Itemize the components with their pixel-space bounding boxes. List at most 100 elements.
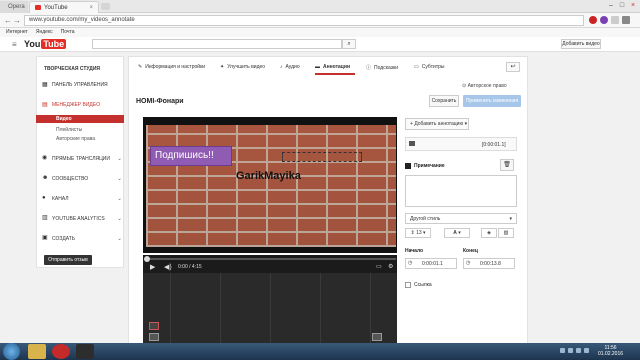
sidebar-subitem-videos[interactable]: Видео <box>36 115 124 123</box>
back-icon[interactable]: ← <box>4 16 12 25</box>
community-icon: ☻ <box>42 175 49 181</box>
send-feedback-button[interactable]: Отправить отзыв <box>44 255 92 265</box>
adblock-icon[interactable] <box>589 16 597 24</box>
minimize-icon[interactable]: – <box>606 2 616 10</box>
timeline-annotation-marker[interactable] <box>149 333 159 341</box>
sidebar-item-video-manager[interactable]: ▤ МЕНЕДЖЕР ВИДЕО <box>42 102 122 109</box>
tab-enhancements[interactable]: ✦ Улучшить видео <box>220 64 265 70</box>
close-tab-icon[interactable]: × <box>89 5 93 11</box>
tab-opera[interactable]: Opera <box>0 1 28 13</box>
explorer-taskbar-icon[interactable] <box>28 344 46 359</box>
annotation-type-text: Примечание <box>414 163 445 169</box>
chevron-down-icon: ⌄ <box>116 236 122 242</box>
bookmark-mail[interactable]: Почта <box>61 29 75 36</box>
annotation-selection-box[interactable] <box>282 152 362 162</box>
gear-icon[interactable]: ⚙ <box>388 263 393 270</box>
timeline-end-marker[interactable] <box>372 333 382 341</box>
bookmark-yandex[interactable]: Яндекс <box>36 29 53 36</box>
annotation-text-area[interactable] <box>405 175 517 207</box>
search-input[interactable] <box>92 39 342 49</box>
paint-bucket-icon: ◈ <box>487 230 491 236</box>
sidebar-item-community[interactable]: ☻ СООБЩЕСТВО ⌄ <box>42 175 122 182</box>
bookmark-star-icon[interactable] <box>611 16 619 24</box>
captions-icon[interactable]: ▭ <box>376 263 382 270</box>
live-icon: ◉ <box>42 155 48 161</box>
volume-icon[interactable]: ◀) <box>164 263 172 271</box>
tab-subtitles[interactable]: ▭ Субтитры <box>414 64 445 70</box>
tab-youtube[interactable]: YouTube × <box>29 1 99 13</box>
bookmark-internet[interactable]: Интернет <box>6 29 28 36</box>
guide-menu-icon[interactable]: ≡ <box>12 40 17 49</box>
sidebar-item-dashboard[interactable]: ▦ ПАНЕЛЬ УПРАВЛЕНИЯ <box>42 81 122 89</box>
new-tab-button[interactable] <box>101 3 110 10</box>
video-watermark-text: GarikMayika <box>236 170 301 182</box>
sidebar-subitem-copyright[interactable]: Авторские права <box>56 136 95 142</box>
youtube-logo[interactable]: You Tube <box>24 39 67 49</box>
font-color-select[interactable]: A ▾ <box>444 228 470 238</box>
sidebar-item-channel[interactable]: ● КАНАЛ ⌄ <box>42 195 122 202</box>
link-checkbox-row[interactable]: Ссылка <box>405 282 432 288</box>
flag-icon[interactable] <box>584 348 589 353</box>
font-size-select[interactable]: ⇕ 13 ▾ <box>405 228 431 238</box>
tray-icon[interactable] <box>560 348 565 353</box>
sidebar-subitem-playlists[interactable]: Плейлисты <box>56 127 82 133</box>
tab-info-settings[interactable]: ✎ Информация и настройки <box>138 64 205 70</box>
close-window-icon[interactable]: × <box>628 2 638 10</box>
copyright-link[interactable]: ⊙ Авторское право <box>462 83 507 89</box>
apply-changes-button[interactable]: Применить изменения <box>463 95 521 107</box>
note-type-icon <box>405 163 411 169</box>
network-icon[interactable] <box>568 348 573 353</box>
add-video-button[interactable]: Добавить видео <box>561 39 601 49</box>
sidebar-item-analytics[interactable]: ▥ YOUTUBE ANALYTICS ⌄ <box>42 215 122 222</box>
tab-annotations[interactable]: ▬ Аннотации <box>315 64 350 70</box>
create-icon: ▣ <box>42 235 48 241</box>
chevron-down-icon: ⌄ <box>116 156 122 162</box>
save-button[interactable]: Сохранить <box>429 95 459 107</box>
annotation-type-label: Примечание <box>405 163 445 169</box>
sidebar-item-label: СОЗДАТЬ <box>52 235 76 242</box>
logo-you: You <box>24 39 41 49</box>
tab-label: Субтитры <box>421 64 445 70</box>
fill-color-select[interactable]: ◈ <box>481 228 497 238</box>
caret-down-icon: ▾ <box>464 121 468 127</box>
forward-icon[interactable]: → <box>13 16 21 25</box>
taskbar-clock[interactable]: 11:56 01.02.2016 <box>598 345 623 357</box>
play-icon[interactable]: ▶ <box>150 263 155 271</box>
maximize-icon[interactable]: □ <box>617 2 627 10</box>
volume-tray-icon[interactable] <box>576 348 581 353</box>
menu-icon[interactable] <box>622 16 630 24</box>
timeline-annotation-marker[interactable] <box>149 322 159 330</box>
sidebar-item-label: КАНАЛ <box>52 195 69 202</box>
tab-cards[interactable]: ⓘ Подсказки <box>366 64 398 72</box>
style-select[interactable]: Другой стиль ▾ <box>405 213 517 224</box>
extension-icon[interactable] <box>600 16 608 24</box>
chevron-down-icon: ⌄ <box>116 176 122 182</box>
url-input[interactable]: www.youtube.com/my_videos_annotate <box>24 15 584 26</box>
clock-icon: ◷ <box>466 260 471 266</box>
sidebar-item-label: ПАНЕЛЬ УПРАВЛЕНИЯ <box>52 82 108 88</box>
progress-bar[interactable] <box>146 258 396 260</box>
transparency-select[interactable]: ▨ <box>498 228 514 238</box>
progress-handle[interactable] <box>144 256 150 262</box>
opera-taskbar-icon[interactable] <box>52 344 70 359</box>
end-time-input[interactable]: 0:00:13.8 <box>463 258 515 269</box>
back-button[interactable]: ↩ <box>506 62 520 72</box>
search-button[interactable]: ⌕ <box>342 39 356 49</box>
dashboard-icon: ▦ <box>42 81 48 88</box>
link-label: Ссылка <box>414 282 432 288</box>
annotation-note[interactable]: Подпишись!! <box>150 146 232 166</box>
media-taskbar-icon[interactable] <box>76 344 94 359</box>
link-checkbox[interactable] <box>405 282 411 288</box>
copyright-label: Авторское право <box>467 83 507 89</box>
delete-annotation-button[interactable]: 🗑 <box>500 159 514 171</box>
tab-label: Opera <box>8 4 25 10</box>
sidebar-item-live[interactable]: ◉ ПРЯМЫЕ ТРАНСЛЯЦИИ ⌄ <box>42 155 122 162</box>
clock-date: 01.02.2016 <box>598 351 624 357</box>
add-annotation-button[interactable]: + Добавить аннотацию ▾ <box>405 118 469 130</box>
tab-audio[interactable]: ♪ Аудио <box>280 64 300 70</box>
start-time-input[interactable]: 0:00:01.1 <box>405 258 457 269</box>
start-button[interactable] <box>3 343 20 360</box>
sidebar-item-create[interactable]: ▣ СОЗДАТЬ ⌄ <box>42 235 122 242</box>
tab-label: Подсказки <box>374 64 398 71</box>
copyright-icon: ⊙ <box>462 83 467 89</box>
